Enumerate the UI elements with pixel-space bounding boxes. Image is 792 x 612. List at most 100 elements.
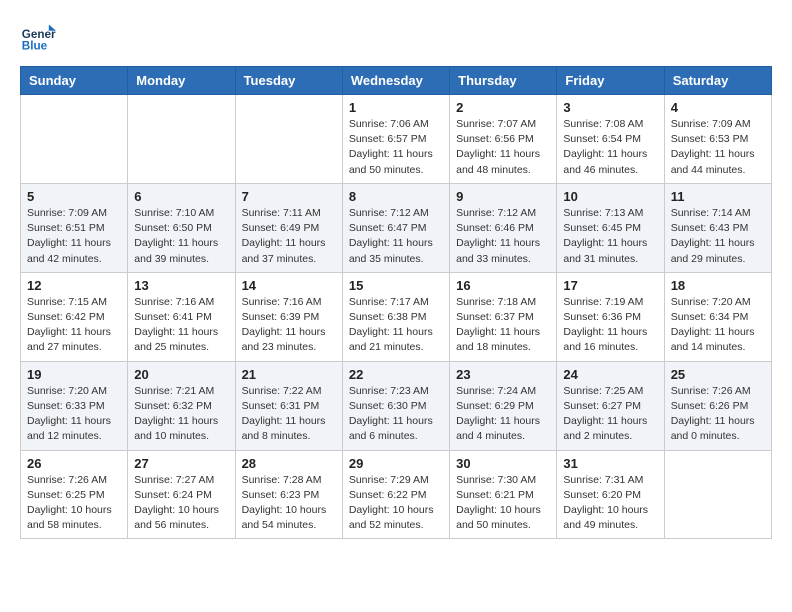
calendar-cell: 12 Sunrise: 7:15 AM Sunset: 6:42 PM Dayli… [21,272,128,361]
calendar-cell: 11 Sunrise: 7:14 AM Sunset: 6:43 PM Dayli… [664,183,771,272]
day-number: 22 [349,367,443,382]
day-number: 28 [242,456,336,471]
calendar-cell: 6 Sunrise: 7:10 AM Sunset: 6:50 PM Daylig… [128,183,235,272]
day-info: Sunrise: 7:24 AM Sunset: 6:29 PM Dayligh… [456,384,550,445]
calendar-cell: 8 Sunrise: 7:12 AM Sunset: 6:47 PM Daylig… [342,183,449,272]
day-info: Sunrise: 7:26 AM Sunset: 6:26 PM Dayligh… [671,384,765,445]
svg-text:Blue: Blue [22,40,48,53]
day-number: 1 [349,100,443,115]
calendar-cell: 2 Sunrise: 7:07 AM Sunset: 6:56 PM Daylig… [450,95,557,184]
day-number: 8 [349,189,443,204]
day-info: Sunrise: 7:16 AM Sunset: 6:39 PM Dayligh… [242,295,336,356]
calendar-cell: 20 Sunrise: 7:21 AM Sunset: 6:32 PM Dayli… [128,361,235,450]
day-info: Sunrise: 7:26 AM Sunset: 6:25 PM Dayligh… [27,473,121,534]
logo-icon: General Blue [20,20,56,56]
col-header-tuesday: Tuesday [235,67,342,95]
day-number: 19 [27,367,121,382]
day-info: Sunrise: 7:28 AM Sunset: 6:23 PM Dayligh… [242,473,336,534]
day-info: Sunrise: 7:10 AM Sunset: 6:50 PM Dayligh… [134,206,228,267]
day-info: Sunrise: 7:12 AM Sunset: 6:47 PM Dayligh… [349,206,443,267]
calendar-cell: 14 Sunrise: 7:16 AM Sunset: 6:39 PM Dayli… [235,272,342,361]
day-info: Sunrise: 7:06 AM Sunset: 6:57 PM Dayligh… [349,117,443,178]
day-number: 30 [456,456,550,471]
day-number: 16 [456,278,550,293]
day-number: 7 [242,189,336,204]
calendar-cell: 28 Sunrise: 7:28 AM Sunset: 6:23 PM Dayli… [235,450,342,539]
day-number: 26 [27,456,121,471]
day-number: 11 [671,189,765,204]
calendar-cell [128,95,235,184]
calendar-table: SundayMondayTuesdayWednesdayThursdayFrid… [20,66,772,539]
calendar-cell: 13Sunrise: 7:16 AM Sunset: 6:41 PM Dayli… [128,272,235,361]
week-row-1: 1 Sunrise: 7:06 AM Sunset: 6:57 PM Daylig… [21,95,772,184]
day-number: 15 [349,278,443,293]
calendar-cell: 23 Sunrise: 7:24 AM Sunset: 6:29 PM Dayli… [450,361,557,450]
day-info: Sunrise: 7:14 AM Sunset: 6:43 PM Dayligh… [671,206,765,267]
logo: General Blue [20,20,56,56]
day-info: Sunrise: 7:08 AM Sunset: 6:54 PM Dayligh… [563,117,657,178]
calendar-cell: 31Sunrise: 7:31 AM Sunset: 6:20 PM Dayli… [557,450,664,539]
day-number: 12 [27,278,121,293]
day-number: 2 [456,100,550,115]
page-header: General Blue [20,20,772,56]
calendar-cell: 22 Sunrise: 7:23 AM Sunset: 6:30 PM Dayli… [342,361,449,450]
day-info: Sunrise: 7:07 AM Sunset: 6:56 PM Dayligh… [456,117,550,178]
day-number: 17 [563,278,657,293]
day-info: Sunrise: 7:21 AM Sunset: 6:32 PM Dayligh… [134,384,228,445]
day-number: 23 [456,367,550,382]
calendar-cell: 24 Sunrise: 7:25 AM Sunset: 6:27 PM Dayli… [557,361,664,450]
day-number: 29 [349,456,443,471]
day-number: 13 [134,278,228,293]
day-number: 4 [671,100,765,115]
day-number: 10 [563,189,657,204]
day-number: 24 [563,367,657,382]
calendar-cell: 21Sunrise: 7:22 AM Sunset: 6:31 PM Dayli… [235,361,342,450]
day-info: Sunrise: 7:17 AM Sunset: 6:38 PM Dayligh… [349,295,443,356]
col-header-saturday: Saturday [664,67,771,95]
day-info: Sunrise: 7:12 AM Sunset: 6:46 PM Dayligh… [456,206,550,267]
calendar-cell: 4 Sunrise: 7:09 AM Sunset: 6:53 PM Daylig… [664,95,771,184]
day-info: Sunrise: 7:27 AM Sunset: 6:24 PM Dayligh… [134,473,228,534]
week-row-2: 5 Sunrise: 7:09 AM Sunset: 6:51 PM Daylig… [21,183,772,272]
day-number: 25 [671,367,765,382]
col-header-wednesday: Wednesday [342,67,449,95]
day-info: Sunrise: 7:29 AM Sunset: 6:22 PM Dayligh… [349,473,443,534]
day-number: 6 [134,189,228,204]
calendar-cell: 10 Sunrise: 7:13 AM Sunset: 6:45 PM Dayli… [557,183,664,272]
day-number: 18 [671,278,765,293]
calendar-cell: 18Sunrise: 7:20 AM Sunset: 6:34 PM Dayli… [664,272,771,361]
day-info: Sunrise: 7:30 AM Sunset: 6:21 PM Dayligh… [456,473,550,534]
calendar-cell: 17 Sunrise: 7:19 AM Sunset: 6:36 PM Dayli… [557,272,664,361]
day-info: Sunrise: 7:09 AM Sunset: 6:53 PM Dayligh… [671,117,765,178]
day-info: Sunrise: 7:15 AM Sunset: 6:42 PM Dayligh… [27,295,121,356]
day-number: 20 [134,367,228,382]
calendar-cell: 3 Sunrise: 7:08 AM Sunset: 6:54 PM Daylig… [557,95,664,184]
col-header-thursday: Thursday [450,67,557,95]
calendar-cell: 16 Sunrise: 7:18 AM Sunset: 6:37 PM Dayli… [450,272,557,361]
day-number: 9 [456,189,550,204]
day-info: Sunrise: 7:18 AM Sunset: 6:37 PM Dayligh… [456,295,550,356]
week-row-5: 26 Sunrise: 7:26 AM Sunset: 6:25 PM Dayli… [21,450,772,539]
week-row-4: 19Sunrise: 7:20 AM Sunset: 6:33 PM Dayli… [21,361,772,450]
day-info: Sunrise: 7:13 AM Sunset: 6:45 PM Dayligh… [563,206,657,267]
col-header-monday: Monday [128,67,235,95]
day-info: Sunrise: 7:19 AM Sunset: 6:36 PM Dayligh… [563,295,657,356]
day-number: 27 [134,456,228,471]
day-info: Sunrise: 7:23 AM Sunset: 6:30 PM Dayligh… [349,384,443,445]
day-info: Sunrise: 7:25 AM Sunset: 6:27 PM Dayligh… [563,384,657,445]
day-number: 5 [27,189,121,204]
calendar-header-row: SundayMondayTuesdayWednesdayThursdayFrid… [21,67,772,95]
day-info: Sunrise: 7:09 AM Sunset: 6:51 PM Dayligh… [27,206,121,267]
calendar-cell [235,95,342,184]
day-number: 21 [242,367,336,382]
day-number: 14 [242,278,336,293]
week-row-3: 12 Sunrise: 7:15 AM Sunset: 6:42 PM Dayli… [21,272,772,361]
col-header-friday: Friday [557,67,664,95]
day-number: 3 [563,100,657,115]
day-info: Sunrise: 7:31 AM Sunset: 6:20 PM Dayligh… [563,473,657,534]
calendar-cell: 29 Sunrise: 7:29 AM Sunset: 6:22 PM Dayli… [342,450,449,539]
calendar-cell: 5 Sunrise: 7:09 AM Sunset: 6:51 PM Daylig… [21,183,128,272]
calendar-cell [664,450,771,539]
calendar-cell: 9 Sunrise: 7:12 AM Sunset: 6:46 PM Daylig… [450,183,557,272]
calendar-cell: 1 Sunrise: 7:06 AM Sunset: 6:57 PM Daylig… [342,95,449,184]
